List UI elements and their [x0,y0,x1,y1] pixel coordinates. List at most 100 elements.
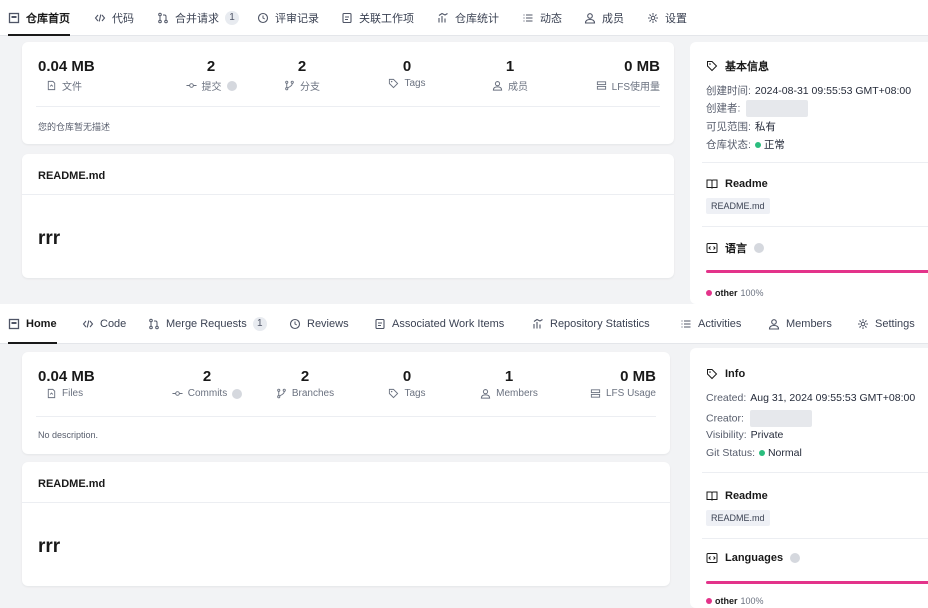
code-file-icon [706,242,718,254]
stat-lfs-usage[interactable]: 0 MB LFS Usage [546,368,656,399]
tab-label: 合并请求 [175,13,219,25]
settings-icon [857,318,869,330]
stat-value: 0.04 MB [38,368,95,385]
visibility-row: Visibility: Private [706,429,783,441]
tab-reviews[interactable]: Reviews [289,304,349,344]
stat-commits[interactable]: 2 Commits [152,368,262,399]
help-icon[interactable] [226,80,237,91]
divider [36,106,660,107]
stat-label: Files [62,388,84,399]
repo-info-sidebar: 基本信息 创建时间: 2024-08-31 09:55:53 GMT+08:00 … [690,42,928,304]
language-item: other 100% [706,288,764,298]
tag-icon [706,368,718,380]
divider [702,472,928,473]
code-file-icon [706,552,718,564]
stat-label: Branches [291,388,335,399]
language-bar [706,581,928,584]
readme-heading: Readme [706,490,768,502]
tab-code[interactable]: 代码 [94,0,134,36]
lfs-icon [590,388,601,399]
help-icon[interactable] [754,243,764,253]
tab-members[interactable]: Members [768,304,832,344]
divider [22,502,670,503]
repo-description: 您的仓库暂无描述 [38,122,111,132]
tab-merge-requests[interactable]: 合并请求 1 [157,0,239,36]
repo-tab-bar: Home Code Merge Requests 1 Reviews Associ… [0,304,928,344]
tab-label: Home [26,318,57,330]
creator-redacted [746,100,809,117]
tab-home[interactable]: 仓库首页 [8,0,70,36]
stat-value: 0 [402,368,412,385]
work-item-icon [341,12,353,24]
creator-redacted [749,410,812,427]
readme-card: README.md rrr [22,462,670,586]
help-icon[interactable] [790,553,801,563]
status-row: Git Status: Normal [706,447,802,459]
stat-tags[interactable]: 0 Tags [352,58,462,89]
tab-work-items[interactable]: 关联工作项 [341,0,414,36]
repo-home-icon [8,318,20,330]
readme-file-chip[interactable]: README.md [706,510,770,526]
stat-value: 2 [297,58,307,75]
review-icon [289,318,301,330]
repo-description: No description. [38,430,99,440]
stat-tags[interactable]: 0 Tags [352,368,462,399]
status-dot [759,450,766,457]
tab-statistics[interactable]: Repository Statistics [532,304,650,344]
tab-label: 仓库统计 [455,13,499,25]
readme-heading: Readme [706,178,768,190]
tab-settings[interactable]: Settings [857,304,915,344]
tab-activities[interactable]: 动态 [522,0,562,36]
language-name: other [715,596,738,606]
help-icon[interactable] [232,388,243,399]
tab-statistics[interactable]: 仓库统计 [437,0,499,36]
tab-work-items[interactable]: Associated Work Items [374,304,504,344]
commit-icon [172,388,183,399]
stat-files[interactable]: 0.04 MB Files [38,368,148,399]
info-title: 基本信息 [725,61,769,73]
merge-request-icon [148,318,160,330]
visibility-label: 可见范围: [706,121,751,133]
tab-reviews[interactable]: 评审记录 [257,0,319,36]
work-item-icon [374,318,386,330]
visibility-value: 私有 [754,121,776,133]
stat-branches[interactable]: 2 Branches [250,368,360,399]
tab-merge-requests[interactable]: Merge Requests 1 [148,304,267,344]
status-dot [754,142,761,149]
stat-lfs-usage[interactable]: 0 MB LFS使用量 [550,58,660,93]
stat-label: Members [496,388,538,399]
tab-label: Code [100,318,127,330]
stat-label: 提交 [201,82,222,93]
branch-icon [284,80,295,91]
stat-label: LFS使用量 [611,82,660,93]
created-label: 创建时间: [706,85,751,97]
tab-label: 评审记录 [275,13,319,25]
status-label: Git Status: [706,447,756,459]
info-heading: Info [706,368,745,380]
status-row: 仓库状态: 正常 [706,137,785,152]
code-icon [82,318,94,330]
visibility-value: Private [750,429,784,441]
languages-heading: 语言 [706,240,764,256]
members-icon [584,12,596,24]
stat-value: 0 MB [624,58,660,75]
tab-label: 设置 [665,13,687,25]
tab-label: Associated Work Items [392,318,505,330]
repo-home-panel-en: Home Code Merge Requests 1 Reviews Associ… [0,304,928,608]
readme-title: README.md [38,478,106,490]
tab-code[interactable]: Code [82,304,126,344]
readme-file-chip[interactable]: README.md [706,198,770,214]
stat-files[interactable]: 0.04 MB 文件 [38,58,148,93]
stat-branches[interactable]: 2 分支 [247,58,357,93]
repo-stats-card: 0.04 MB Files 2 Commits 2 Branches 0 Tags 1M… [22,352,670,454]
tab-home[interactable]: Home [8,304,57,344]
tab-activities[interactable]: Activities [680,304,741,344]
tab-label: Reviews [307,318,349,330]
tab-settings[interactable]: 设置 [647,0,687,36]
language-name: other [715,288,738,298]
repo-tab-bar: 仓库首页 代码 合并请求 1 评审记录 关联工作项 仓库统计 动态 成员 设置 [0,0,928,36]
file-icon [46,80,57,91]
visibility-label: Visibility: [706,429,747,441]
tab-members[interactable]: 成员 [584,0,624,36]
stat-members[interactable]: 1 成员 [455,58,565,93]
